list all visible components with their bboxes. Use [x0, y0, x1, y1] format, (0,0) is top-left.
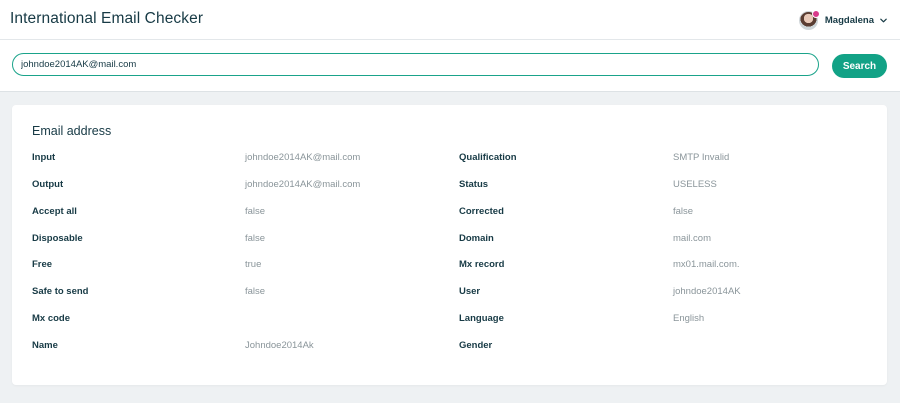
field-value: false [245, 206, 266, 217]
field-row-language: Language English [459, 313, 879, 327]
field-label: Disposable [32, 233, 83, 244]
field-label: Domain [459, 233, 494, 244]
field-label: Language [459, 313, 504, 324]
field-row-input: Input johndoe2014AK@mail.com [32, 152, 452, 166]
field-label: Qualification [459, 152, 517, 163]
field-value: SMTP Invalid [673, 152, 730, 163]
field-value: true [245, 259, 262, 270]
field-label: Mx record [459, 259, 505, 270]
field-label: Gender [459, 340, 493, 351]
field-row-accept-all: Accept all false [32, 206, 452, 220]
field-row-disposable: Disposable false [32, 233, 452, 247]
field-value: false [245, 233, 266, 244]
field-row-mx-code: Mx code [32, 313, 452, 327]
field-label: User [459, 286, 481, 297]
search-bar: Search [0, 40, 900, 92]
field-label: Input [32, 152, 56, 163]
field-row-status: Status USELESS [459, 179, 879, 193]
field-label: Name [32, 340, 58, 351]
field-value: Johndoe2014Ak [245, 340, 314, 351]
field-value: johndoe2014AK@mail.com [245, 179, 361, 190]
field-row-safe-to-send: Safe to send false [32, 286, 452, 300]
user-menu[interactable]: Magdalena [798, 9, 888, 31]
field-row-name: Name Johndoe2014Ak [32, 340, 452, 354]
chevron-down-icon[interactable] [879, 16, 888, 25]
field-row-free: Free true [32, 259, 452, 273]
field-row-qualification: Qualification SMTP Invalid [459, 152, 879, 166]
field-row-output: Output johndoe2014AK@mail.com [32, 179, 452, 193]
field-value: mx01.mail.com. [673, 259, 740, 270]
field-row-domain: Domain mail.com [459, 233, 879, 247]
app-title: International Email Checker [10, 10, 204, 27]
field-label: Status [459, 179, 489, 190]
avatar[interactable] [798, 9, 820, 30]
card-title: Email address [32, 124, 112, 138]
field-label: Accept all [32, 206, 77, 217]
user-name[interactable]: Magdalena [825, 15, 874, 26]
app-header: International Email Checker Magdalena [0, 0, 900, 40]
field-value: English [673, 313, 705, 324]
field-value: mail.com [673, 233, 712, 244]
field-label: Output [32, 179, 64, 190]
search-input[interactable] [12, 53, 819, 76]
field-row-corrected: Corrected false [459, 206, 879, 220]
field-value: false [673, 206, 694, 217]
field-label: Mx code [32, 313, 71, 324]
field-label: Corrected [459, 206, 504, 217]
field-row-user: User johndoe2014AK [459, 286, 879, 300]
field-value: johndoe2014AK@mail.com [245, 152, 361, 163]
notification-dot [811, 9, 820, 18]
field-row-mx-record: Mx record mx01.mail.com. [459, 259, 879, 273]
field-row-gender: Gender [459, 340, 879, 354]
field-value: USELESS [673, 179, 717, 190]
field-value: false [245, 286, 266, 297]
field-label: Safe to send [32, 286, 89, 297]
email-details-card: Email address Input johndoe2014AK@mail.c… [12, 105, 887, 385]
field-value: johndoe2014AK [673, 286, 741, 297]
search-button[interactable]: Search [832, 54, 887, 78]
field-label: Free [32, 259, 53, 270]
